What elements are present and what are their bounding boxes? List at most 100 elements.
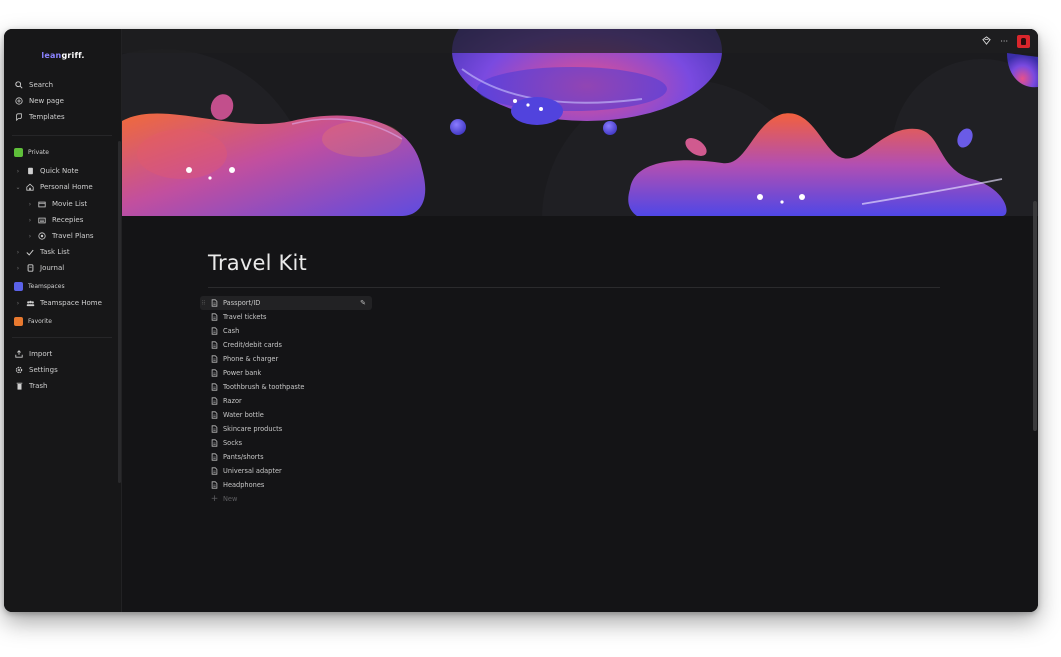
sidebar-item-label: Movie List [52,200,88,208]
chevron-right-icon[interactable]: › [26,201,34,208]
chevron-right-icon[interactable]: › [26,217,34,224]
sidebar-item-quick-note[interactable]: › Quick Note [14,164,79,178]
sidebar-item-personal-home[interactable]: ⌄ Personal Home [14,180,92,194]
sidebar-item-journal[interactable]: › Journal [14,261,64,275]
document-icon [210,439,219,448]
list-item[interactable]: Power bank [200,366,500,380]
document-icon [210,453,219,462]
recipe-icon [37,215,47,225]
private-badge-icon [14,147,23,157]
sidebar-divider [12,337,112,338]
list-item[interactable]: Pants/shorts [200,450,500,464]
chevron-right-icon[interactable]: › [26,233,34,240]
drag-handle-icon[interactable]: ⠿ [200,300,207,307]
new-item-label: New [223,495,238,503]
sidebar-item-label: Recepies [52,216,84,224]
document-icon [210,411,219,420]
list-item-label: Phone & charger [223,355,279,363]
list-item[interactable]: Travel tickets [200,310,500,324]
list-item[interactable]: ⠿ Passport/ID ✎ [200,296,372,310]
list-item[interactable]: Water bottle [200,408,500,422]
more-options-icon[interactable]: ··· [1000,37,1008,46]
chevron-right-icon[interactable]: › [14,249,22,256]
list-item-label: Passport/ID [223,299,261,307]
sidebar-item-teamspace-home[interactable]: › Teamspace Home [14,296,102,310]
sidebar-item-label: Teamspace Home [40,299,102,307]
list-item[interactable]: Phone & charger [200,352,500,366]
list-item-label: Credit/debit cards [223,341,282,349]
sidebar-item-recepies[interactable]: › Recepies [26,213,84,227]
sidebar-trash-label: Trash [29,382,48,390]
sidebar-divider [12,135,112,136]
sidebar-item-travel-plans[interactable]: › Travel Plans [26,229,94,243]
document-icon [210,313,219,322]
document-icon [210,341,219,350]
document-icon [210,467,219,476]
chevron-right-icon[interactable]: › [14,300,22,307]
list-item[interactable]: Toothbrush & toothpaste [200,380,500,394]
list-item-label: Universal adapter [223,467,282,475]
workspace-logo[interactable]: leangriff. [4,51,122,60]
title-divider [208,287,940,288]
list-item-label: Socks [223,439,243,447]
topbar-actions: ··· [982,34,1030,48]
list-item[interactable]: Skincare products [200,422,500,436]
list-item[interactable]: Headphones [200,478,500,492]
chevron-down-icon[interactable]: ⌄ [14,184,22,191]
sidebar-settings[interactable]: Settings [14,363,58,377]
sidebar: leangriff. Search New page Templates Pri… [4,29,122,612]
list-item[interactable]: Universal adapter [200,464,500,478]
document-icon [210,425,219,434]
sidebar-search-label: Search [29,81,54,89]
document-icon [210,299,219,308]
user-avatar[interactable] [1017,34,1030,48]
list-item-label: Power bank [223,369,262,377]
search-icon [14,80,24,90]
list-item-label: Headphones [223,481,265,489]
document-icon [210,383,219,392]
list-item-label: Skincare products [223,425,283,433]
sidebar-import[interactable]: Import [14,347,52,361]
list-item-label: Toothbrush & toothpaste [223,383,305,391]
share-icon[interactable] [982,35,992,47]
plus-icon: + [210,494,219,504]
list-item-label: Cash [223,327,240,335]
sidebar-trash[interactable]: Trash [14,379,48,393]
sidebar-search[interactable]: Search [14,78,53,92]
section-favorite[interactable]: Favorite [14,314,52,328]
cover-image[interactable]: ··· [122,29,1038,216]
list-item[interactable]: Socks [200,436,500,450]
app-window: leangriff. Search New page Templates Pri… [4,29,1038,612]
cover-blob-illustration [122,29,1038,216]
sidebar-item-movie-list[interactable]: › Movie List [26,197,87,211]
compass-icon [37,231,47,241]
list-item[interactable]: Cash [200,324,500,338]
checkmark-icon [25,247,35,257]
sidebar-templates[interactable]: Templates [14,110,65,124]
sidebar-new-page-label: New page [29,97,64,105]
document-icon [210,481,219,490]
sidebar-item-task-list[interactable]: › Task List [14,245,70,259]
new-item-button[interactable]: + New [200,492,500,506]
page-title[interactable]: Travel Kit [208,251,307,275]
sidebar-item-label: Travel Plans [52,232,94,240]
journal-icon [25,263,35,273]
chevron-right-icon[interactable]: › [14,168,22,175]
document-icon [210,327,219,336]
page-topbar: ··· [122,29,1038,53]
note-icon [25,166,35,176]
sidebar-scrollbar[interactable] [118,141,121,483]
chevron-right-icon[interactable]: › [14,265,22,272]
sidebar-templates-label: Templates [29,113,65,121]
home-icon [25,182,35,192]
page-scrollbar[interactable] [1033,201,1037,431]
import-icon [14,349,24,359]
sidebar-new-page[interactable]: New page [14,94,64,108]
section-private[interactable]: Private [14,145,49,159]
pencil-icon[interactable]: ✎ [360,299,366,307]
section-teamspaces[interactable]: Teamspaces [14,279,65,293]
list-item[interactable]: Razor [200,394,500,408]
list-item[interactable]: Credit/debit cards [200,338,500,352]
list-item-label: Pants/shorts [223,453,264,461]
sidebar-item-label: Journal [40,264,65,272]
